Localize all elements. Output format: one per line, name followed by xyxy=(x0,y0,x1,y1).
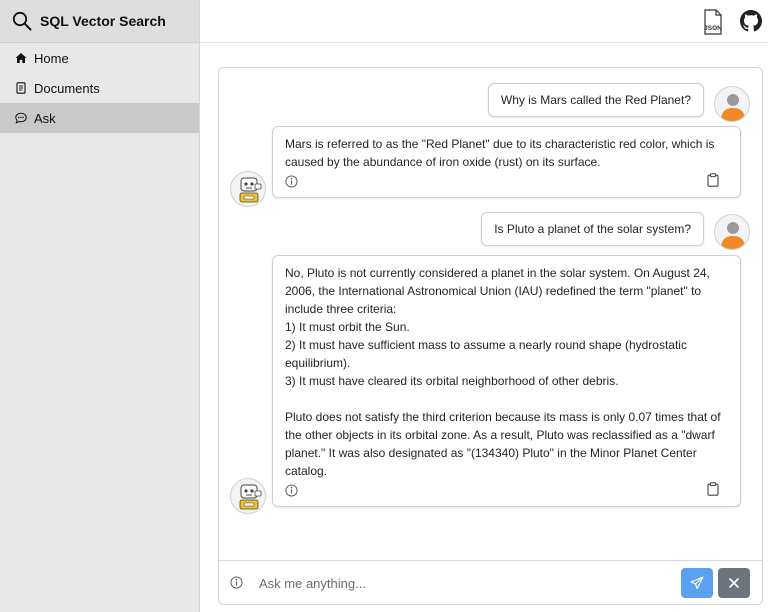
search-icon xyxy=(12,11,32,31)
send-icon xyxy=(690,576,704,590)
ask-input[interactable] xyxy=(259,571,669,595)
user-message: Why is Mars called the Red Planet? xyxy=(488,83,704,117)
clipboard-icon[interactable] xyxy=(707,482,719,496)
message-text: No, Pluto is not currently considered a … xyxy=(285,264,728,480)
message-text: Why is Mars called the Red Planet? xyxy=(501,93,691,107)
sidebar-item-ask[interactable]: Ask xyxy=(0,103,199,133)
top-bar: JSON xyxy=(200,0,768,43)
message-text: Mars is referred to as the "Red Planet" … xyxy=(285,135,728,171)
chat-panel: Why is Mars called the Red Planet? Mars … xyxy=(218,67,763,605)
sidebar-item-label: Ask xyxy=(34,111,56,126)
user-avatar xyxy=(714,86,750,122)
github-icon[interactable] xyxy=(740,10,762,32)
bot-avatar xyxy=(230,478,266,514)
user-avatar xyxy=(714,214,750,250)
assistant-message: Mars is referred to as the "Red Planet" … xyxy=(272,126,741,198)
sidebar-item-home[interactable]: Home xyxy=(0,43,199,73)
user-message: Is Pluto a planet of the solar system? xyxy=(481,212,704,246)
message-text: Is Pluto a planet of the solar system? xyxy=(494,222,691,236)
chat-input-bar xyxy=(219,560,762,604)
clear-button[interactable] xyxy=(718,568,750,598)
sidebar-nav: Home Documents Ask xyxy=(0,43,199,133)
sidebar-item-label: Documents xyxy=(34,81,100,96)
chat-icon xyxy=(15,112,27,124)
json-file-icon[interactable]: JSON xyxy=(702,9,724,35)
app-title: SQL Vector Search xyxy=(40,13,166,29)
sidebar-item-documents[interactable]: Documents xyxy=(0,73,199,103)
home-icon xyxy=(15,52,27,64)
assistant-message: No, Pluto is not currently considered a … xyxy=(272,255,741,507)
sidebar-item-label: Home xyxy=(34,51,69,66)
send-button[interactable] xyxy=(681,568,713,598)
close-icon xyxy=(728,577,740,589)
info-icon[interactable] xyxy=(230,576,243,589)
json-label: JSON xyxy=(704,25,722,32)
clipboard-icon[interactable] xyxy=(707,173,719,187)
info-icon[interactable] xyxy=(285,175,298,188)
info-icon[interactable] xyxy=(285,484,298,497)
bot-avatar xyxy=(230,171,266,207)
brand[interactable]: SQL Vector Search xyxy=(0,0,199,43)
document-icon xyxy=(15,82,27,94)
sidebar: SQL Vector Search Home Documents Ask xyxy=(0,0,200,612)
